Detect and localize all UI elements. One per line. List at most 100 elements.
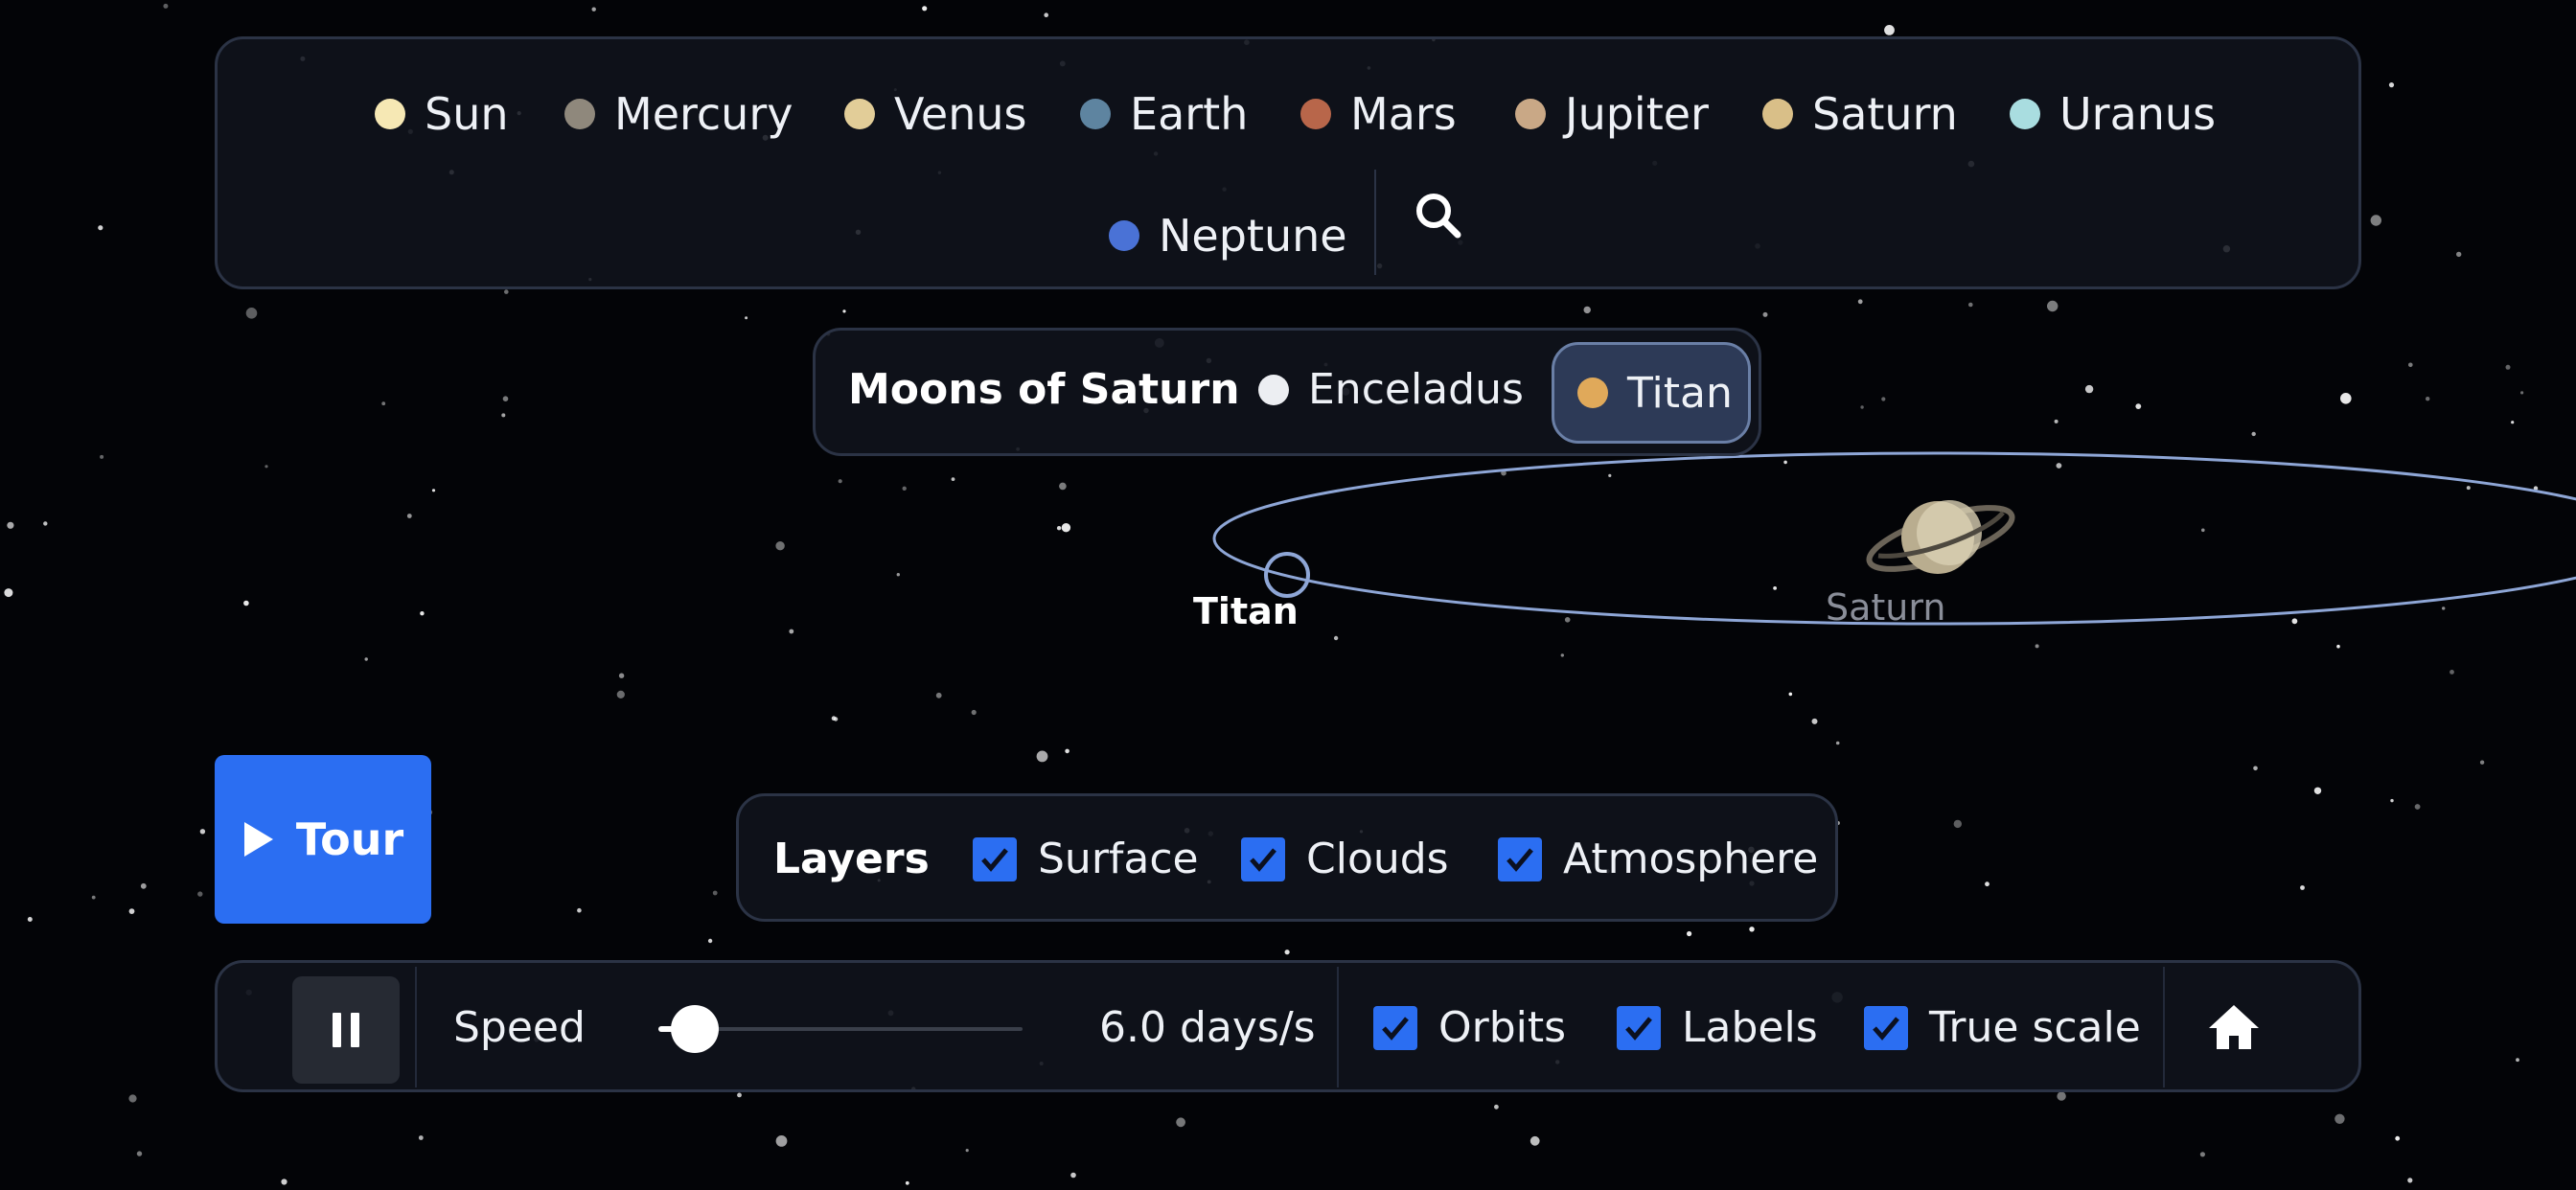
star: [91, 895, 96, 900]
star: [1065, 748, 1070, 754]
star: [2390, 798, 2394, 803]
star: [2334, 1113, 2345, 1125]
star: [2054, 419, 2058, 423]
checkbox-checked-icon: [1373, 1005, 1417, 1050]
star: [2291, 618, 2298, 625]
star: [43, 521, 48, 526]
star: [502, 396, 509, 402]
star: [128, 908, 135, 914]
orbits-checkbox[interactable]: Orbits: [1373, 1003, 1566, 1052]
planet-sun[interactable]: Sun: [375, 85, 509, 143]
search-button[interactable]: [1406, 183, 1473, 250]
star: [406, 514, 412, 518]
checkbox-checked-icon: [1498, 836, 1542, 881]
star: [2251, 431, 2256, 437]
star: [2253, 766, 2258, 771]
star: [1036, 750, 1048, 763]
star: [2516, 1058, 2519, 1063]
star: [1773, 586, 1777, 590]
moon-color-dot: [1258, 374, 1289, 405]
star: [2442, 606, 2446, 610]
speed-slider-thumb[interactable]: [671, 1005, 719, 1053]
moon-enceladus[interactable]: Enceladus: [1258, 365, 1524, 414]
planet-venus[interactable]: Venus: [844, 85, 1026, 143]
star: [2511, 421, 2515, 424]
toggle-label: Labels: [1682, 1003, 1818, 1052]
star: [418, 1135, 424, 1140]
star: [1056, 526, 1062, 531]
layer-surface-checkbox[interactable]: Surface: [973, 835, 1199, 883]
search-icon: [1416, 194, 1461, 239]
moons-panel: Moons of Saturn Enceladus Titan: [813, 328, 1761, 456]
star: [136, 1151, 143, 1156]
home-icon: [2209, 1005, 2259, 1049]
star: [163, 3, 169, 9]
star: [905, 1180, 909, 1185]
star: [1788, 692, 1793, 697]
star: [2505, 364, 2511, 370]
star: [1333, 635, 1339, 641]
layer-clouds-checkbox[interactable]: Clouds: [1241, 835, 1449, 883]
true-scale-checkbox[interactable]: True scale: [1864, 1003, 2141, 1052]
star: [2479, 760, 2485, 765]
moon-label: Enceladus: [1308, 365, 1524, 414]
star: [2201, 528, 2205, 533]
planet-earth[interactable]: Earth: [1080, 85, 1248, 143]
planet-color-dot: [844, 99, 875, 129]
planet-color-dot: [1762, 99, 1793, 129]
star: [501, 413, 506, 418]
star: [264, 465, 268, 469]
nav-divider: [1374, 170, 1376, 275]
star: [2313, 787, 2322, 794]
star: [1564, 617, 1571, 623]
star: [1985, 881, 1990, 887]
planet-jupiter[interactable]: Jupiter: [1515, 85, 1709, 143]
divider: [1337, 967, 1339, 1087]
planet-mercury[interactable]: Mercury: [564, 85, 793, 143]
tour-button[interactable]: Tour: [215, 755, 431, 924]
star: [420, 611, 425, 616]
star: [1968, 302, 1973, 308]
star: [1494, 1104, 1499, 1110]
star: [591, 7, 596, 11]
star: [1061, 523, 1071, 533]
star: [1070, 1172, 1076, 1179]
star: [745, 316, 748, 320]
saturn-planet[interactable]: [1863, 495, 2018, 582]
titan-scene-label[interactable]: Titan: [1193, 590, 1299, 632]
play-icon: [243, 822, 273, 857]
planet-nav: Sun Mercury Venus Earth Mars Jupiter Sat…: [215, 36, 2361, 289]
planet-color-dot: [1515, 99, 1546, 129]
star: [197, 891, 203, 897]
star: [2408, 362, 2413, 368]
saturn-scene-label[interactable]: Saturn: [1826, 586, 1945, 629]
checkbox-checked-icon: [1617, 1005, 1661, 1050]
star: [2300, 885, 2305, 890]
planet-saturn[interactable]: Saturn: [1762, 85, 1958, 143]
planet-mars[interactable]: Mars: [1300, 85, 1457, 143]
pause-icon: [333, 1013, 359, 1047]
moon-label: Titan: [1627, 368, 1733, 418]
labels-checkbox[interactable]: Labels: [1617, 1003, 1818, 1052]
star: [2047, 300, 2058, 312]
speed-value: 6.0 days/s: [1099, 1003, 1316, 1052]
planet-uranus[interactable]: Uranus: [2010, 85, 2216, 143]
star: [100, 454, 104, 459]
star: [896, 573, 900, 577]
checkbox-checked-icon: [1241, 836, 1285, 881]
layers-panel: Layers Surface Clouds Atmosphere: [736, 793, 1838, 922]
pause-button[interactable]: [292, 976, 400, 1084]
star: [1284, 950, 1290, 955]
star: [838, 479, 842, 484]
moon-titan[interactable]: Titan: [1552, 342, 1751, 444]
planet-color-dot: [1080, 99, 1111, 129]
star: [2057, 1091, 2066, 1101]
star: [1884, 25, 1895, 35]
star: [965, 1149, 969, 1153]
star: [577, 907, 582, 913]
star: [4, 588, 13, 598]
layer-atmosphere-checkbox[interactable]: Atmosphere: [1498, 835, 1818, 883]
home-button[interactable]: [2203, 997, 2265, 1059]
control-bar: Speed 6.0 days/s Orbits Labels True scal…: [215, 960, 2361, 1092]
planet-neptune[interactable]: Neptune: [1109, 207, 1347, 264]
